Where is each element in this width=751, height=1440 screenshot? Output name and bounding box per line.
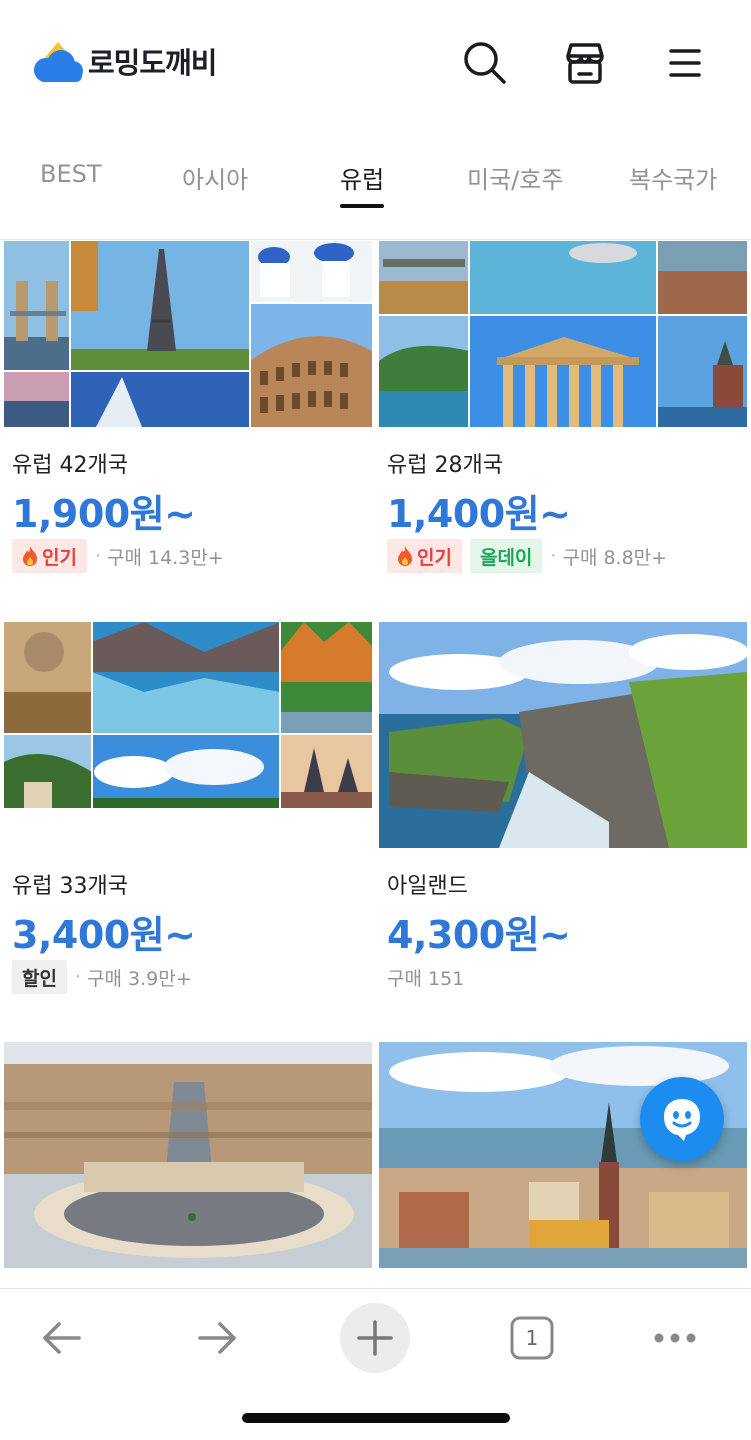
store-icon[interactable]	[560, 38, 610, 88]
badge-label: 인기	[42, 546, 77, 569]
product-card-europe-42[interactable]: 유럽 42개국 1,900원~ 인기 · 구매 14.3만+	[4, 241, 372, 591]
sales-count: 구매 8.8만+	[562, 546, 668, 569]
search-icon[interactable]	[460, 38, 510, 88]
chat-support-button[interactable]	[640, 1077, 724, 1161]
sales-count: 구매 14.3만+	[107, 546, 224, 569]
logo-cloud-icon	[32, 38, 84, 84]
product-image-collage[interactable]	[4, 241, 372, 427]
product-price: 1,900원~	[12, 492, 196, 536]
tab-usa-australia[interactable]: 미국/호주	[467, 160, 563, 195]
product-image-collage[interactable]	[4, 622, 372, 808]
menu-icon[interactable]	[660, 38, 710, 88]
flame-icon	[23, 546, 37, 566]
forward-arrow-icon[interactable]	[183, 1303, 253, 1373]
allday-badge: 올데이	[469, 539, 543, 573]
home-indicator	[242, 1413, 510, 1423]
product-price: 1,400원~	[387, 492, 571, 536]
separator-dot: ·	[94, 545, 102, 567]
product-title: 유럽 28개국	[387, 453, 503, 478]
back-arrow-icon[interactable]	[26, 1303, 96, 1373]
discount-badge: 할인	[12, 960, 67, 994]
tab-count: 1	[525, 1326, 539, 1350]
active-tab-indicator	[340, 204, 384, 208]
brand-logo[interactable]: 로밍도깨비	[32, 38, 217, 84]
product-price: 4,300원~	[387, 913, 571, 957]
separator-dot: ·	[74, 966, 82, 988]
popular-badge: 인기	[12, 539, 87, 573]
more-icon[interactable]	[640, 1303, 710, 1373]
product-card-europe-28[interactable]: 유럽 28개국 1,400원~ 인기 올데이 · 구매 8.8만+	[379, 241, 747, 591]
product-image-ireland-cliffs[interactable]	[379, 622, 747, 848]
popular-badge: 인기	[387, 539, 462, 573]
tab-asia[interactable]: 아시아	[182, 160, 248, 195]
sales-count: 구매 3.9만+	[87, 967, 192, 990]
product-card-ireland[interactable]: 아일랜드 4,300원~ 구매 151	[379, 622, 747, 990]
tab-best[interactable]: BEST	[40, 160, 102, 188]
sales-count: 구매 151	[387, 967, 465, 990]
new-tab-plus-icon[interactable]	[340, 1303, 410, 1373]
product-title: 유럽 42개국	[12, 453, 128, 478]
product-meta: 인기 올데이 · 구매 8.8만+	[387, 539, 667, 573]
category-tabs: BEST 아시아 유럽 미국/호주 복수국가	[0, 140, 751, 240]
product-meta: 인기 · 구매 14.3만+	[12, 539, 224, 573]
tab-multi-country[interactable]: 복수국가	[629, 160, 717, 195]
product-image-collage[interactable]	[379, 241, 747, 427]
app-header: 로밍도깨비	[0, 0, 751, 125]
product-title: 아일랜드	[387, 874, 468, 899]
flame-icon	[398, 546, 412, 566]
product-title: 유럽 33개국	[12, 874, 128, 899]
chat-face-icon	[664, 1099, 700, 1141]
product-meta: 할인 · 구매 3.9만+	[12, 960, 192, 994]
product-price: 3,400원~	[12, 913, 196, 957]
badge-label: 인기	[417, 546, 452, 569]
brand-name: 로밍도깨비	[88, 46, 217, 80]
product-meta: 구매 151	[387, 960, 464, 994]
tab-europe[interactable]: 유럽	[340, 160, 384, 195]
product-image-vatican[interactable]	[4, 1042, 372, 1268]
separator-dot: ·	[550, 545, 557, 567]
product-card-vatican[interactable]	[4, 1042, 372, 1268]
product-card-europe-33[interactable]: 유럽 33개국 3,400원~ 할인 · 구매 3.9만+	[4, 622, 372, 994]
browser-toolbar: 1	[0, 1288, 751, 1440]
tab-count-icon[interactable]: 1	[497, 1303, 567, 1373]
